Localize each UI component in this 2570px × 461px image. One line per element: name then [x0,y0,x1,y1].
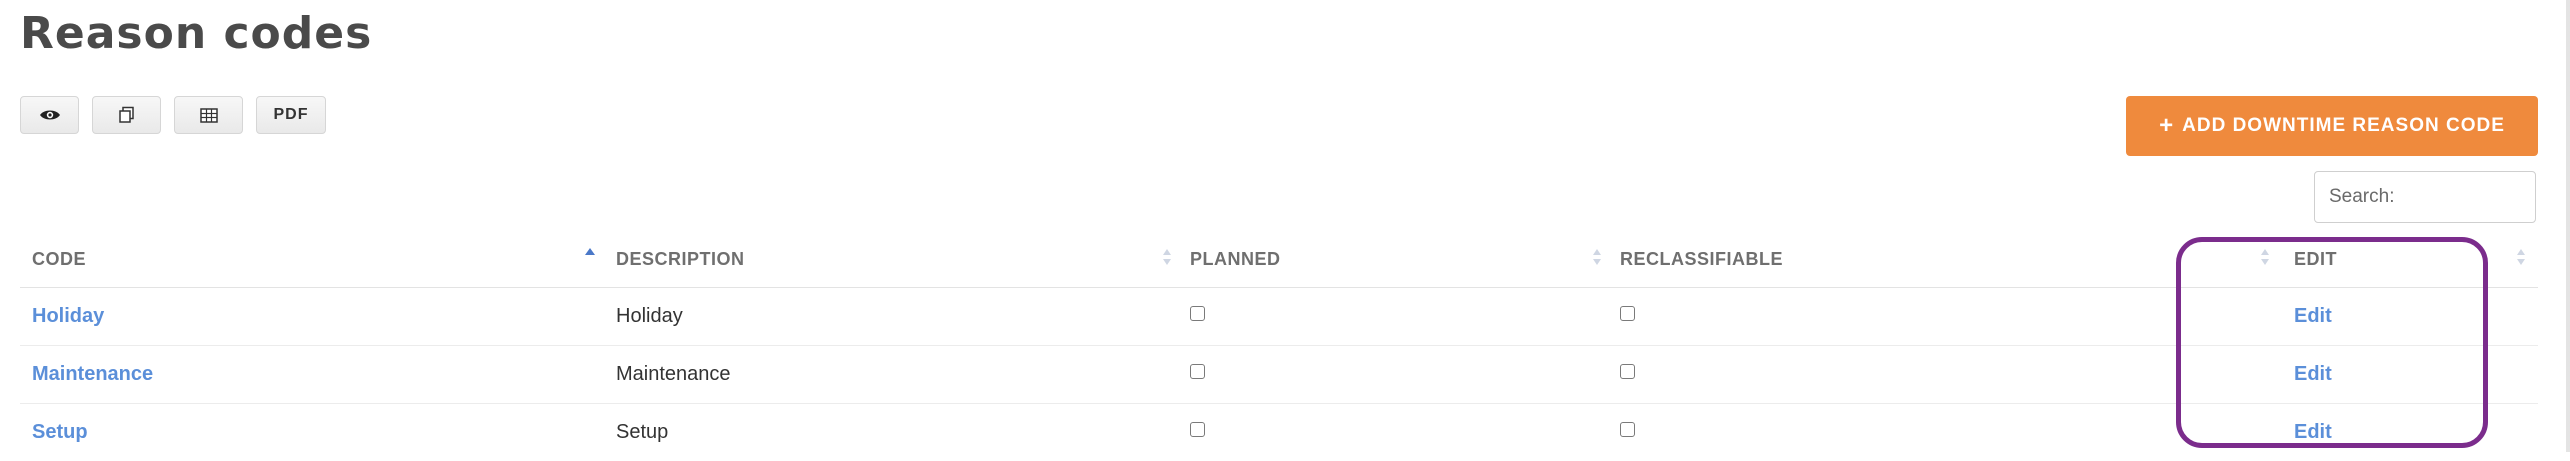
edit-link[interactable]: Edit [2294,305,2332,328]
search-input[interactable] [2314,171,2536,223]
reclassifiable-checkbox[interactable] [1620,306,1635,321]
sort-both-icon[interactable] [2514,245,2528,269]
column-header-label: DESCRIPTION [616,248,745,269]
reclassifiable-checkbox[interactable] [1620,364,1635,379]
sort-ascending-icon[interactable] [583,245,597,269]
table-icon [199,107,218,123]
plus-icon: + [2159,112,2175,139]
planned-checkbox[interactable] [1190,422,1205,437]
edit-link[interactable]: Edit [2294,421,2332,444]
column-header-code[interactable]: CODE [32,231,86,287]
export-toolbar: PDF [20,96,326,134]
table-row: Setup Setup Edit [20,404,2538,461]
description-text: Holiday [616,305,683,327]
code-link[interactable]: Setup [32,421,88,444]
column-header-label: CODE [32,248,87,269]
column-header-label: EDIT [2294,248,2338,269]
description-text: Maintenance [616,363,731,385]
page-title: Reason codes [20,8,373,59]
sort-both-icon[interactable] [1590,245,1604,269]
eye-icon [39,110,60,120]
column-header-label: RECLASSIFIABLE [1620,248,1784,269]
pdf-button[interactable]: PDF [256,96,326,134]
column-header-edit[interactable]: EDIT [2294,231,2337,287]
planned-checkbox[interactable] [1190,306,1205,321]
reason-codes-table: CODE DESCRIPTION PLANNED RECLASSIFIABLE … [20,231,2538,461]
view-button[interactable] [20,96,79,134]
scrollbar[interactable] [2566,0,2570,452]
table-header-row: CODE DESCRIPTION PLANNED RECLASSIFIABLE … [20,231,2538,288]
copy-button[interactable] [92,96,161,134]
table-row: Holiday Holiday Edit [20,288,2538,346]
column-header-label: PLANNED [1190,248,1281,269]
code-link[interactable]: Maintenance [32,363,153,386]
sort-both-icon[interactable] [2258,245,2272,269]
add-button-label: ADD DOWNTIME REASON CODE [2182,115,2505,136]
planned-checkbox[interactable] [1190,364,1205,379]
sort-both-icon[interactable] [1160,245,1174,269]
code-link[interactable]: Holiday [32,305,104,328]
add-downtime-reason-code-button[interactable]: + ADD DOWNTIME REASON CODE [2126,96,2538,156]
column-header-planned[interactable]: PLANNED [1190,231,1281,287]
reclassifiable-checkbox[interactable] [1620,422,1635,437]
column-header-description[interactable]: DESCRIPTION [616,231,745,287]
edit-link[interactable]: Edit [2294,363,2332,386]
table-row: Maintenance Maintenance Edit [20,346,2538,404]
copy-icon [118,106,134,123]
description-text: Setup [616,421,669,443]
excel-button[interactable] [174,96,243,134]
column-header-reclassifiable[interactable]: RECLASSIFIABLE [1620,231,1783,287]
